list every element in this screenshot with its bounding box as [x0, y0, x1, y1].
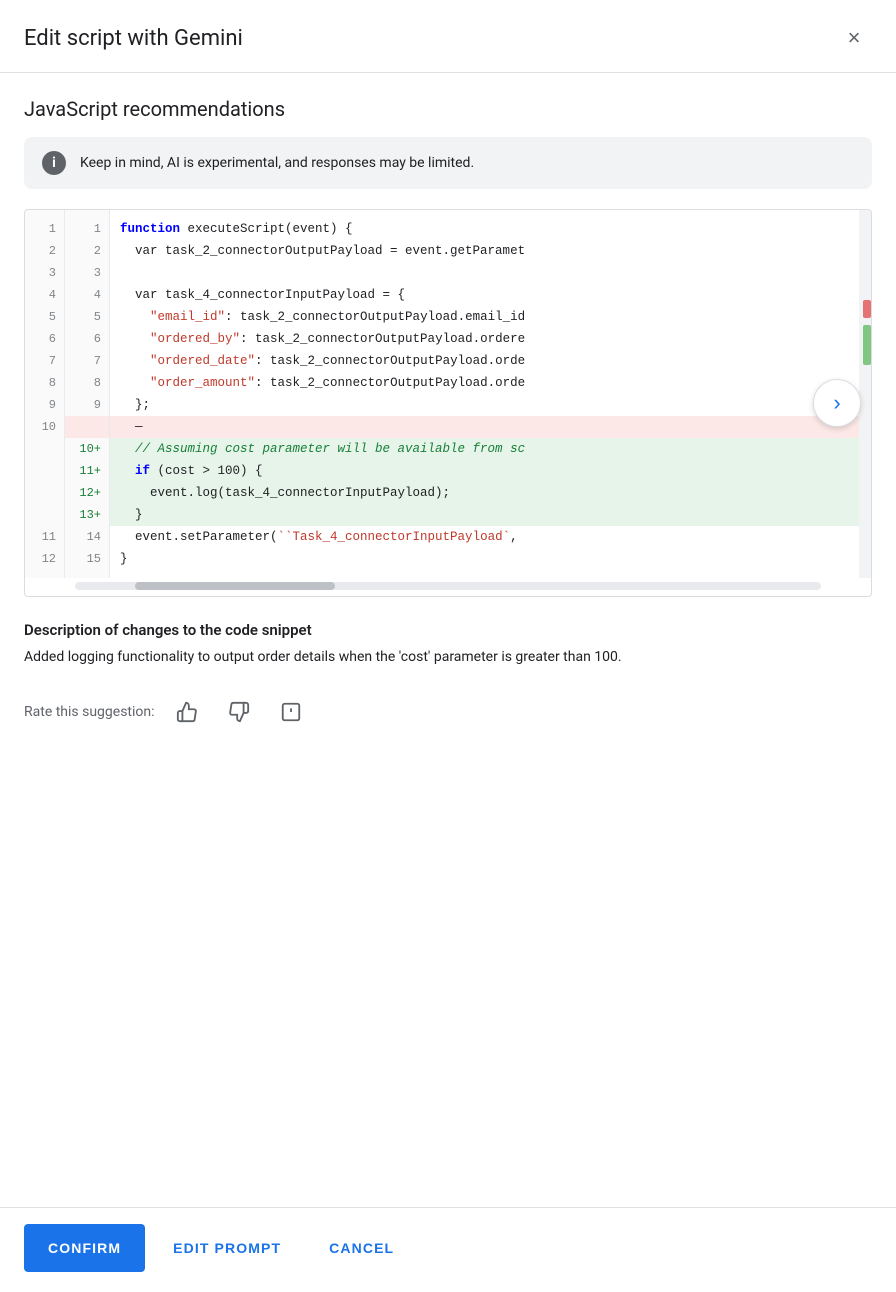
code-line: }; — [110, 394, 859, 416]
next-button[interactable]: › — [813, 379, 861, 427]
code-line-deleted: — — [110, 416, 859, 438]
scrollbar-thumb-green — [863, 325, 871, 365]
code-line: var task_2_connectorOutputPayload = even… — [110, 240, 859, 262]
rating-label: Rate this suggestion: — [24, 704, 155, 720]
thumbs-down-button[interactable] — [219, 692, 259, 732]
scrollbar-horiz-container — [25, 578, 871, 596]
code-line: "order_amount": task_2_connectorOutputPa… — [110, 372, 859, 394]
cancel-button[interactable]: CANCEL — [309, 1224, 414, 1272]
code-line: function executeScript(event) { — [110, 218, 859, 240]
flag-button[interactable] — [271, 692, 311, 732]
line-numbers-old: 1 2 3 4 5 6 7 8 9 10 11 12 — [25, 210, 65, 578]
code-line: var task_4_connectorInputPayload = { — [110, 284, 859, 306]
line-numbers-new: 1 2 3 4 5 6 7 8 9 10+ 11+ 12+ 13+ 14 15 — [65, 210, 110, 578]
code-line-added: if (cost > 100) { — [110, 460, 859, 482]
close-button[interactable]: × — [836, 20, 872, 56]
scrollbar-horiz-thumb — [135, 582, 335, 590]
code-lines: function executeScript(event) { var task… — [110, 210, 859, 578]
dialog-title: Edit script with Gemini — [24, 26, 243, 51]
code-line: "ordered_date": task_2_connectorOutputPa… — [110, 350, 859, 372]
rating-section: Rate this suggestion: — [24, 676, 872, 744]
dialog-body: JavaScript recommendations i Keep in min… — [0, 73, 896, 1207]
code-line-added: // Assuming cost parameter will be avail… — [110, 438, 859, 460]
section-title: JavaScript recommendations — [24, 97, 872, 121]
code-line-added: event.log(task_4_connectorInputPayload); — [110, 482, 859, 504]
edit-prompt-button[interactable]: EDIT PROMPT — [153, 1224, 301, 1272]
scrollbar-horiz[interactable] — [75, 582, 821, 590]
description-text: Added logging functionality to output or… — [24, 647, 872, 668]
scrollbar-area[interactable] — [859, 210, 871, 578]
thumbs-up-button[interactable] — [167, 692, 207, 732]
description-title: Description of changes to the code snipp… — [24, 621, 872, 639]
dialog: Edit script with Gemini × JavaScript rec… — [0, 0, 896, 1292]
scrollbar-thumb-red — [863, 300, 871, 318]
description-section: Description of changes to the code snipp… — [24, 605, 872, 676]
code-line: } — [110, 548, 859, 570]
dialog-footer: CONFIRM EDIT PROMPT CANCEL — [0, 1207, 896, 1292]
code-diff-container: 1 2 3 4 5 6 7 8 9 10 11 12 — [24, 209, 872, 597]
dialog-header: Edit script with Gemini × — [0, 0, 896, 73]
info-icon: i — [42, 151, 66, 175]
confirm-button[interactable]: CONFIRM — [24, 1224, 145, 1272]
code-line — [110, 262, 859, 284]
code-diff-inner: 1 2 3 4 5 6 7 8 9 10 11 12 — [25, 210, 871, 578]
code-line-added: } — [110, 504, 859, 526]
code-line: event.setParameter(``Task_4_connectorInp… — [110, 526, 859, 548]
code-line: "ordered_by": task_2_connectorOutputPayl… — [110, 328, 859, 350]
info-text: Keep in mind, AI is experimental, and re… — [80, 155, 474, 171]
code-line: "email_id": task_2_connectorOutputPayloa… — [110, 306, 859, 328]
info-banner: i Keep in mind, AI is experimental, and … — [24, 137, 872, 189]
